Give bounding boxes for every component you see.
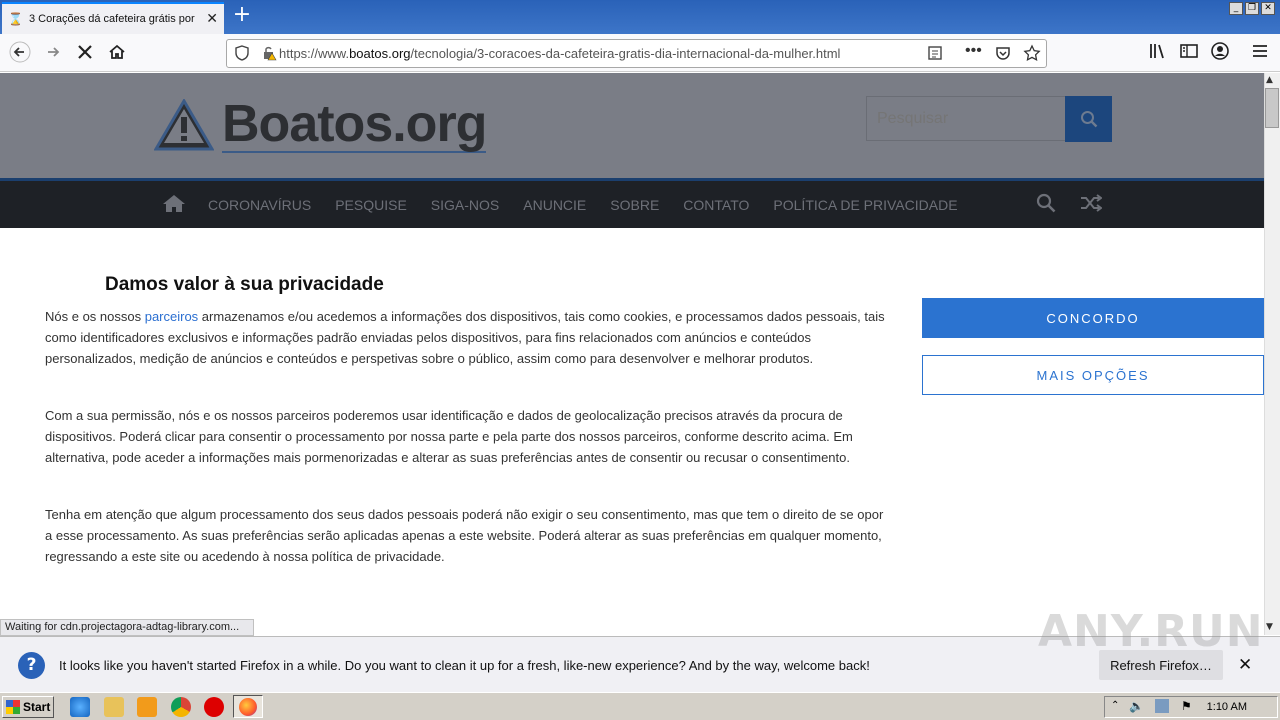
stop-icon[interactable] — [73, 41, 97, 63]
tab-active[interactable]: ⌛ 3 Corações dá cafeteira grátis por ✕ — [2, 2, 224, 34]
main-menu-bar: CORONAVÍRUS PESQUISE SIGA-NOS ANUNCIE SO… — [0, 178, 1264, 228]
warning-triangle-icon — [154, 99, 214, 151]
partners-link[interactable]: parceiros — [145, 309, 198, 324]
network-icon[interactable] — [1155, 699, 1169, 713]
volume-icon[interactable]: 🔈 — [1129, 699, 1144, 713]
menu-item-anuncie[interactable]: ANUNCIE — [523, 197, 586, 213]
site-logo[interactable]: Boatos.org — [154, 95, 487, 153]
page-scrollbar[interactable] — [1264, 73, 1280, 635]
watermark: ANY.RUN — [1038, 606, 1264, 657]
lock-warning-icon[interactable] — [261, 45, 277, 64]
hamburger-menu-icon[interactable] — [1248, 41, 1272, 63]
taskbar: Start ⌃ 🔈 ⚑ 1:10 AM — [0, 692, 1280, 720]
back-icon[interactable] — [8, 41, 32, 63]
consent-paragraph-3: Tenha em atenção que algum processamento… — [45, 507, 884, 564]
system-tray: ⌃ 🔈 ⚑ 1:10 AM — [1104, 696, 1278, 718]
menu-search-icon[interactable] — [1036, 193, 1056, 217]
menu-item-contato[interactable]: CONTATO — [683, 197, 749, 213]
clock: 1:10 AM — [1206, 701, 1247, 713]
close-tab-icon[interactable]: ✕ — [206, 11, 218, 27]
minimize-button[interactable]: _ — [1229, 2, 1243, 15]
firefox-icon — [239, 698, 257, 716]
media-player-icon[interactable] — [137, 697, 157, 717]
search-button[interactable] — [1065, 96, 1112, 142]
scroll-up-icon[interactable]: ▲ — [1266, 75, 1273, 85]
hourglass-icon: ⌛ — [8, 12, 23, 26]
menu-item-siga-nos[interactable]: SIGA-NOS — [431, 197, 499, 213]
forward-icon[interactable] — [41, 41, 65, 63]
menu-item-coronavirus[interactable]: CORONAVÍRUS — [208, 197, 311, 213]
folder-icon[interactable] — [104, 697, 124, 717]
consent-dialog: Damos valor à sua privacidade Nós e os n… — [0, 228, 1264, 635]
scroll-down-icon[interactable]: ▼ — [1266, 622, 1273, 632]
search-icon — [1080, 111, 1097, 128]
page-actions-icon[interactable]: ••• — [965, 42, 982, 60]
consent-paragraph-2: Com a sua permissão, nós e os nossos par… — [45, 408, 853, 465]
close-window-button[interactable]: ✕ — [1261, 2, 1275, 15]
account-icon[interactable] — [1208, 41, 1232, 63]
home-icon[interactable] — [105, 41, 129, 63]
notification-text: It looks like you haven't started Firefo… — [59, 658, 870, 673]
opera-icon[interactable] — [204, 697, 224, 717]
menu-item-privacidade[interactable]: POLÍTICA DE PRIVACIDADE — [773, 197, 957, 213]
tray-expand-icon[interactable]: ⌃ — [1111, 700, 1119, 711]
close-notification-icon[interactable]: ✕ — [1238, 655, 1252, 675]
web-page: Boatos.org CORONAVÍRUS PESQUISE SIGA-NOS… — [0, 73, 1264, 635]
pocket-icon[interactable] — [995, 45, 1011, 64]
menu-tools — [1036, 193, 1103, 217]
windows-logo-icon — [6, 700, 20, 714]
new-tab-button[interactable]: + — [230, 4, 254, 28]
sidebar-icon[interactable] — [1177, 41, 1201, 63]
tab-title: 3 Corações dá cafeteira grátis por — [28, 13, 195, 25]
search-input[interactable] — [866, 96, 1066, 141]
restore-button[interactable]: ❐ — [1245, 2, 1259, 15]
library-icon[interactable] — [1146, 41, 1170, 63]
url-bar[interactable]: https://www.boatos.org/tecnologia/3-cora… — [226, 39, 1047, 68]
reader-view-icon[interactable] — [927, 45, 943, 64]
start-button[interactable]: Start — [2, 696, 54, 718]
shuffle-icon[interactable] — [1080, 193, 1103, 217]
chrome-icon[interactable] — [171, 697, 191, 717]
home-icon[interactable] — [162, 193, 186, 216]
main-menu: CORONAVÍRUS PESQUISE SIGA-NOS ANUNCIE SO… — [162, 181, 982, 228]
ie-icon[interactable] — [70, 697, 90, 717]
consent-title: Damos valor à sua privacidade — [105, 274, 384, 295]
consent-paragraph-1: Nós e os nossos parceiros armazenamos e/… — [45, 309, 885, 366]
question-icon: ? — [18, 652, 45, 679]
flag-icon[interactable]: ⚑ — [1181, 699, 1192, 713]
logo-text: Boatos.org — [222, 95, 487, 153]
bookmark-star-icon[interactable] — [1023, 44, 1041, 65]
scroll-thumb[interactable] — [1265, 88, 1279, 128]
shield-icon[interactable] — [235, 45, 249, 64]
menu-item-sobre[interactable]: SOBRE — [610, 197, 659, 213]
status-bar: Waiting for cdn.projectagora-adtag-libra… — [0, 619, 254, 636]
url-text: https://www.boatos.org/tecnologia/3-cora… — [279, 46, 841, 61]
site-header: Boatos.org — [0, 73, 1264, 181]
firefox-taskbar-button[interactable] — [233, 695, 263, 718]
agree-button[interactable]: CONCORDO — [922, 298, 1264, 338]
menu-item-pesquise[interactable]: PESQUISE — [335, 197, 407, 213]
more-options-button[interactable]: MAIS OPÇÕES — [922, 355, 1264, 395]
